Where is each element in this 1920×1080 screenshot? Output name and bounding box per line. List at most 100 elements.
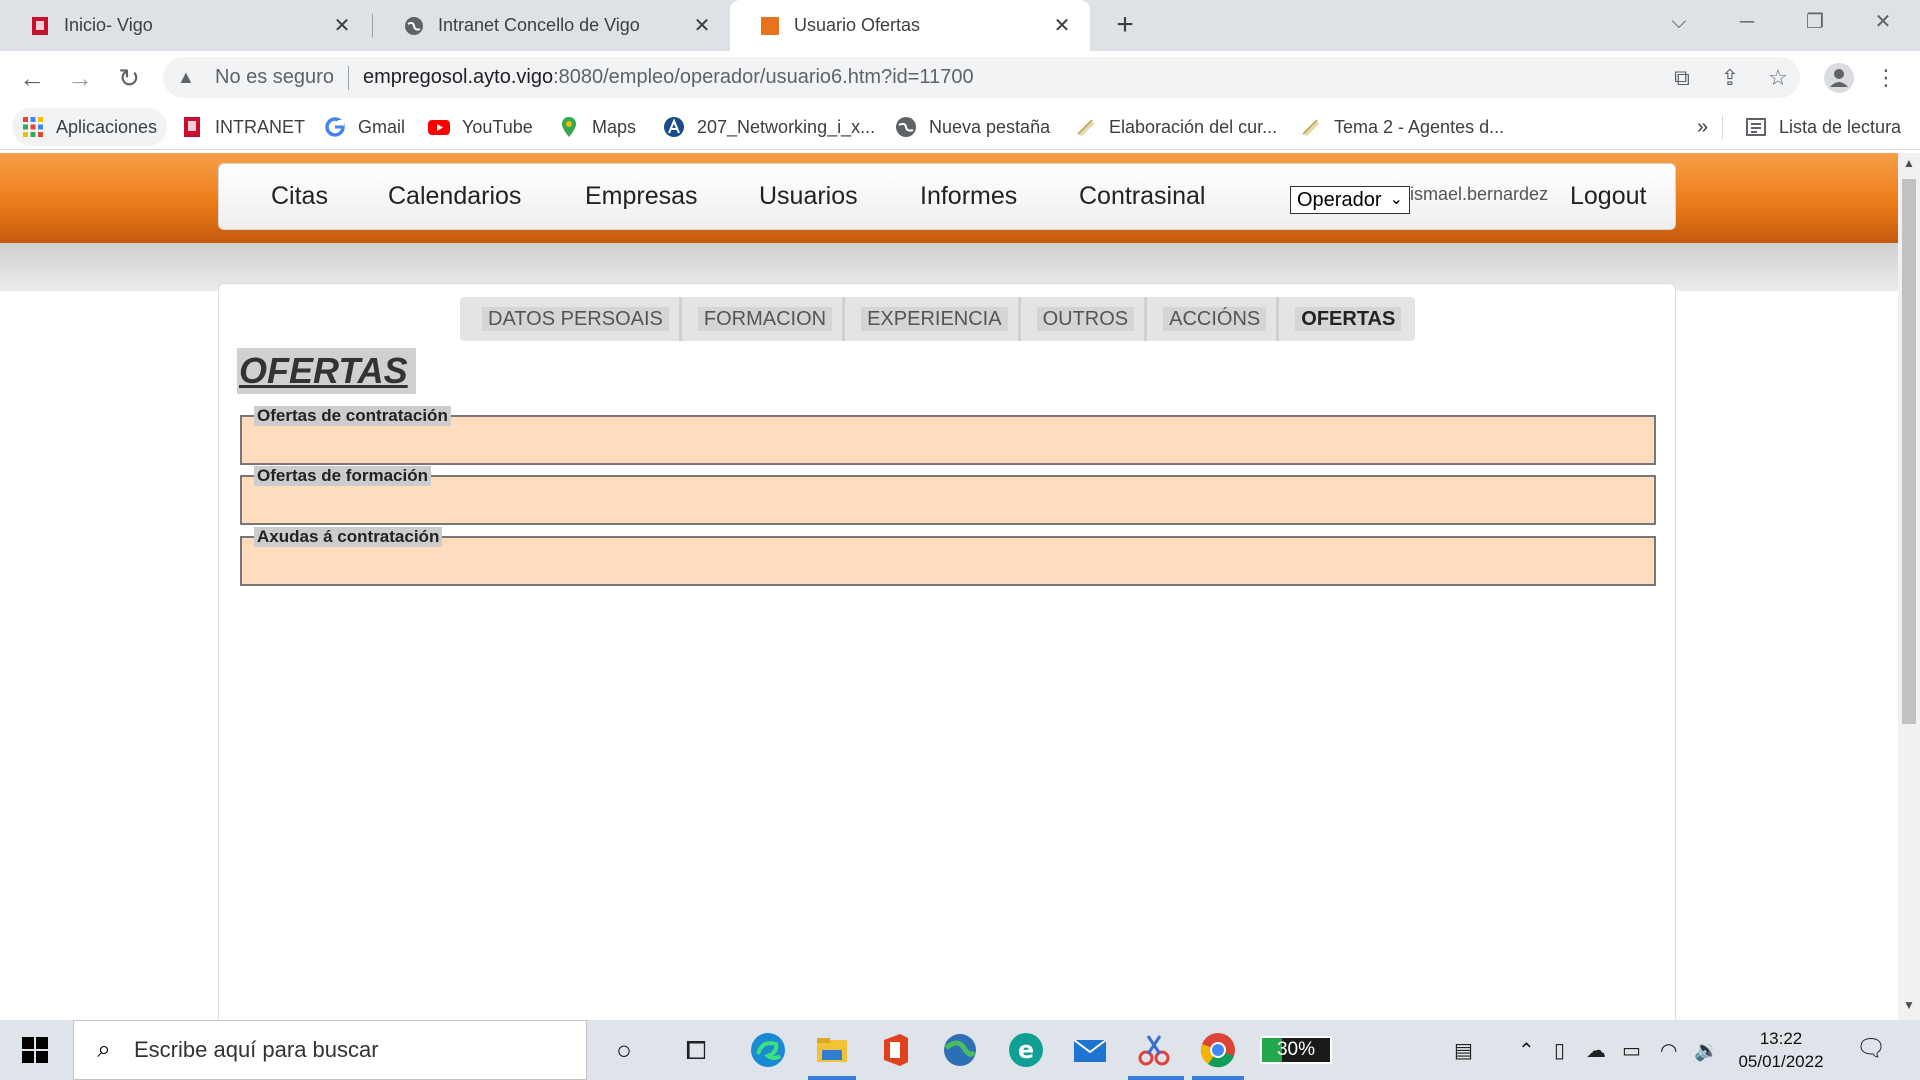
bookmark-apps[interactable]: Aplicaciones (12, 108, 168, 146)
bookmark-youtube[interactable]: YouTube (428, 108, 533, 146)
battery-icon[interactable]: ▭ (1622, 1038, 1641, 1063)
file-explorer-icon[interactable] (812, 1030, 852, 1070)
security-label[interactable]: No es seguro (215, 66, 334, 89)
wifi-icon[interactable]: ◠ (1660, 1038, 1677, 1063)
bookmark-networking[interactable]: 207_Networking_i_x... (663, 108, 875, 146)
subtab-outros[interactable]: OUTROS (1021, 297, 1148, 341)
main-navbar: Citas Calendarios Empresas Usuarios Info… (218, 163, 1676, 230)
subtab-ofertas[interactable]: OFERTAS (1279, 297, 1415, 341)
subtab-experiencia[interactable]: EXPERIENCIA (845, 297, 1021, 341)
nav-informes[interactable]: Informes (920, 182, 1017, 211)
fieldset-axudas-contratacion: Axudas á contratación (240, 527, 1656, 586)
reload-icon[interactable]: ↻ (110, 59, 148, 97)
bookmark-elaboracion[interactable]: Elaboración del cur... (1075, 108, 1277, 146)
restore-icon[interactable]: ❐ (1781, 0, 1849, 45)
warning-triangle-icon: ▲ (177, 67, 195, 87)
subtab-datos-persoais[interactable]: DATOS PERSOAIS (460, 297, 682, 341)
task-view-icon[interactable]: ⧠ (676, 1030, 716, 1070)
chevron-down-icon: ⌄ (1389, 191, 1403, 208)
clock-time: 13:22 (1759, 1029, 1803, 1048)
fieldset-ofertas-contratacion: Ofertas de contratación (240, 406, 1656, 465)
logout-link[interactable]: Logout (1570, 182, 1646, 211)
globe-icon (896, 117, 916, 137)
back-arrow-icon[interactable]: ← (13, 59, 51, 97)
minimize-icon[interactable]: ─ (1713, 0, 1781, 45)
nav-citas[interactable]: Citas (271, 182, 328, 211)
news-widget-icon[interactable]: ▤ (1454, 1038, 1473, 1063)
url-path: :8080/empleo/operador/usuario6.htm?id=11… (553, 66, 974, 88)
browser-tab-strip: Inicio- Vigo ✕ Intranet Concello de Vigo… (0, 0, 1920, 51)
windows-start-icon[interactable] (0, 1020, 70, 1080)
meet-now-icon[interactable]: ▯ (1554, 1038, 1565, 1063)
nav-calendarios[interactable]: Calendarios (388, 182, 521, 211)
taskbar-clock[interactable]: 13:22 05/01/2022 (1726, 1027, 1836, 1073)
browser-tab-intranet[interactable]: Intranet Concello de Vigo ✕ (374, 0, 730, 51)
bookmarks-bar: Aplicaciones INTRANET Gmail YouTube Maps… (0, 104, 1920, 150)
menu-kebab-icon[interactable]: ⋮ (1872, 64, 1900, 92)
office-icon[interactable] (876, 1030, 916, 1070)
nav-contrasinal[interactable]: Contrasinal (1079, 182, 1205, 211)
profile-avatar-icon[interactable] (1823, 62, 1855, 94)
new-tab-plus-icon[interactable]: + (1108, 8, 1142, 42)
battery-meter-widget[interactable]: 30% (1260, 1036, 1332, 1064)
browser-tab-inicio-vigo[interactable]: Inicio- Vigo ✕ (0, 0, 370, 51)
reading-list-icon (1746, 118, 1766, 136)
chrome-icon[interactable] (1198, 1030, 1238, 1070)
browser-toolbar: ← → ↻ ▲ No es seguro empregosol.ayto.vig… (0, 51, 1920, 104)
bookmark-nueva-pestana[interactable]: Nueva pestaña (895, 108, 1050, 146)
page-title: OFERTAS (237, 348, 416, 394)
windows-taskbar: ⌕ Escribe aquí para buscar ○ ⧠ e 30% ▤ ⌃… (0, 1020, 1920, 1080)
maps-pin-icon (562, 117, 576, 137)
address-bar[interactable]: ▲ No es seguro empregosol.ayto.vigo:8080… (163, 57, 1800, 98)
close-tab-icon[interactable]: ✕ (690, 13, 714, 38)
role-select[interactable]: Operador ⌄ (1290, 186, 1410, 214)
close-tab-icon[interactable]: ✕ (1050, 13, 1074, 38)
nav-empresas[interactable]: Empresas (585, 182, 698, 211)
url-host: empregosol.ayto.vigo (362, 66, 554, 88)
edge-browser-icon[interactable] (748, 1030, 788, 1070)
scroll-up-arrow-icon[interactable]: ▲ (1898, 156, 1920, 176)
bookmark-intranet[interactable]: INTRANET (181, 108, 305, 146)
cortana-circle-icon[interactable]: ○ (604, 1030, 644, 1070)
close-window-icon[interactable]: ✕ (1849, 0, 1917, 45)
onedrive-cloud-icon[interactable]: ☁ (1586, 1038, 1606, 1063)
bookmark-maps[interactable]: Maps (558, 108, 636, 146)
fieldset-legend: Ofertas de formación (254, 466, 431, 486)
close-tab-icon[interactable]: ✕ (330, 13, 354, 38)
bookmark-gmail[interactable]: Gmail (324, 108, 405, 146)
bookmark-tema-2[interactable]: Tema 2 - Agentes d... (1300, 108, 1504, 146)
bookmarks-divider (1722, 115, 1723, 139)
drive-a-icon (664, 117, 684, 137)
mail-icon[interactable] (1070, 1030, 1110, 1070)
scroll-down-arrow-icon[interactable]: ▼ (1898, 998, 1920, 1018)
username-label: ismael.bernardez (1410, 184, 1549, 204)
snipping-tool-icon[interactable] (1134, 1030, 1174, 1070)
nav-usuarios[interactable]: Usuarios (759, 182, 858, 211)
omnibox-divider (347, 65, 349, 90)
running-app-indicator (1192, 1076, 1244, 1080)
bookmarks-overflow-chevron[interactable]: » (1697, 108, 1708, 146)
document-icon (1302, 119, 1319, 136)
translate-icon[interactable]: ⧉ (1668, 64, 1696, 92)
content-panel (218, 283, 1676, 1020)
fieldset-legend: Axudas á contratación (254, 527, 443, 547)
web-page: Citas Calendarios Empresas Usuarios Info… (0, 153, 1898, 1020)
bookmark-star-icon[interactable]: ☆ (1764, 64, 1792, 92)
page-scrollbar[interactable]: ▲ ▼ (1898, 153, 1920, 1020)
eset-icon[interactable]: e (1006, 1030, 1046, 1070)
globe-network-icon[interactable] (940, 1030, 980, 1070)
subtab-accions[interactable]: ACCIÓNS (1147, 297, 1280, 341)
show-hidden-icons-chevron[interactable]: ⌃ (1518, 1038, 1535, 1063)
browser-tab-usuario-ofertas[interactable]: Usuario Ofertas ✕ (730, 0, 1090, 51)
google-g-icon (325, 117, 345, 137)
notifications-icon[interactable]: 🗨 (1856, 1034, 1886, 1063)
tab-search-chevron-icon[interactable]: ⌵ (1645, 0, 1713, 45)
subtab-formacion[interactable]: FORMACION (682, 297, 846, 341)
reading-list-button[interactable]: Lista de lectura (1745, 108, 1901, 146)
taskbar-search-box[interactable]: ⌕ Escribe aquí para buscar (73, 1020, 587, 1080)
share-icon[interactable]: ⇪ (1716, 64, 1744, 92)
running-app-indicator (1128, 1076, 1184, 1080)
scrollbar-thumb[interactable] (1902, 179, 1916, 724)
volume-icon[interactable]: 🔉 (1694, 1038, 1719, 1063)
forward-arrow-icon[interactable]: → (61, 59, 99, 97)
